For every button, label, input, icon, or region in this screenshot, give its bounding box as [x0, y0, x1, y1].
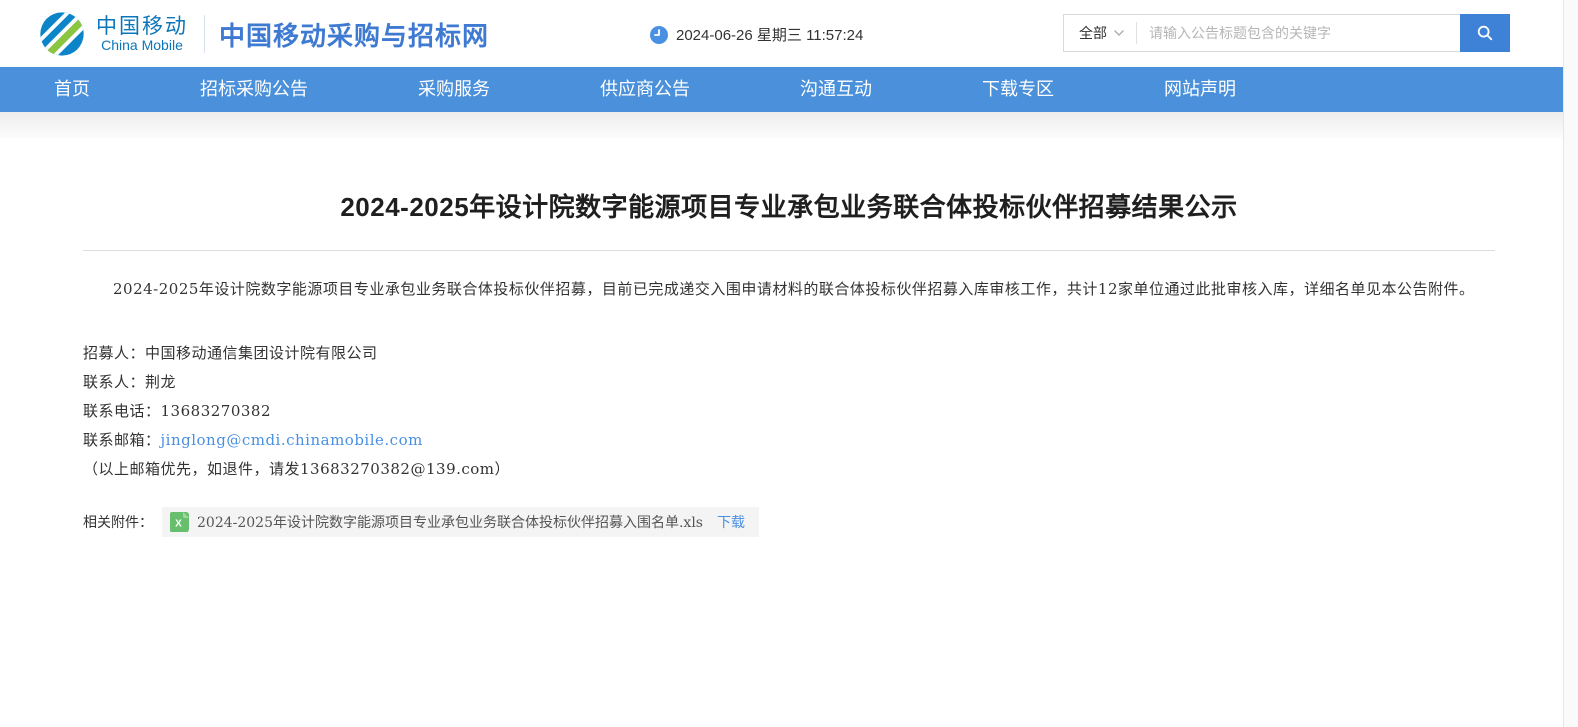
- announcement-paragraph: 2024-2025年设计院数字能源项目专业承包业务联合体投标伙伴招募，目前已完成…: [113, 280, 1475, 298]
- datetime-text: 2024-06-26 星期三 11:57:24: [676, 27, 864, 44]
- excel-file-icon: X: [170, 512, 189, 532]
- chevron-down-icon: [1114, 30, 1124, 36]
- nav-item-supplier-announcements[interactable]: 供应商公告: [600, 67, 690, 112]
- main-nav: 首页 招标采购公告 采购服务 供应商公告 沟通互动 下载专区 网站声明: [0, 67, 1578, 112]
- search-category-select[interactable]: 全部: [1064, 15, 1136, 51]
- nav-item-site-statement[interactable]: 网站声明: [1164, 67, 1236, 112]
- contact-person-value: 荆龙: [145, 373, 177, 391]
- announcement-page: 2024-2025年设计院数字能源项目专业承包业务联合体投标伙伴招募结果公示 2…: [83, 187, 1495, 537]
- attachment-label: 相关附件：: [83, 514, 153, 530]
- contact-email-link[interactable]: jinglong@cmdi.chinamobile.com: [161, 431, 423, 449]
- attachment-row: 相关附件： X 2024-2025年设计院数字能源项目专业承包业务联合体投标伙伴…: [83, 507, 1495, 537]
- svg-text:X: X: [175, 519, 182, 530]
- search-button[interactable]: [1460, 14, 1510, 52]
- attachment-filename: 2024-2025年设计院数字能源项目专业承包业务联合体投标伙伴招募入围名单.x…: [197, 515, 703, 531]
- nav-shadow-band: [0, 112, 1578, 138]
- nav-item-procurement-services[interactable]: 采购服务: [418, 67, 490, 112]
- article-body: 2024-2025年设计院数字能源项目专业承包业务联合体投标伙伴招募，目前已完成…: [83, 277, 1495, 537]
- nav-item-bidding-announcements[interactable]: 招标采购公告: [200, 67, 308, 112]
- datetime-display: 2024-06-26 星期三 11:57:24: [650, 24, 863, 45]
- contact-phone-line: 联系电话：13683270382: [83, 397, 1495, 426]
- scrollbar-track[interactable]: [1563, 0, 1578, 727]
- contact-email-line: 联系邮箱：jinglong@cmdi.chinamobile.com: [83, 426, 1495, 455]
- search-bar: 全部: [1063, 14, 1510, 52]
- email-note-line: （以上邮箱优先，如退件，请发13683270382@139.com）: [83, 460, 511, 478]
- recruiter-line: 招募人：中国移动通信集团设计院有限公司: [83, 339, 1495, 368]
- title-divider: [83, 250, 1495, 251]
- clock-icon: [650, 25, 668, 44]
- contact-person-line: 联系人：荆龙: [83, 368, 1495, 397]
- recruiter-label: 招募人：: [83, 344, 146, 362]
- logo-text: 中国移动 China Mobile: [96, 14, 188, 53]
- logo[interactable]: 中国移动 China Mobile 中国移动采购与招标网: [36, 8, 489, 60]
- download-link[interactable]: 下载: [717, 512, 745, 532]
- nav-item-home[interactable]: 首页: [54, 67, 90, 112]
- search-input[interactable]: [1137, 15, 1460, 51]
- search-icon: [1477, 25, 1493, 41]
- contact-phone-label: 联系电话：: [83, 402, 161, 420]
- page-title: 2024-2025年设计院数字能源项目专业承包业务联合体投标伙伴招募结果公示: [340, 192, 1238, 222]
- nav-item-communication[interactable]: 沟通互动: [800, 67, 872, 112]
- contact-phone-value: 13683270382: [160, 402, 271, 420]
- header-divider: [204, 15, 205, 53]
- logo-text-en: China Mobile: [101, 36, 183, 53]
- contact-person-label: 联系人：: [83, 373, 146, 391]
- site-title[interactable]: 中国移动采购与招标网: [219, 16, 489, 53]
- china-mobile-logo-icon: [36, 8, 88, 60]
- attachment-item[interactable]: X 2024-2025年设计院数字能源项目专业承包业务联合体投标伙伴招募入围名单…: [162, 507, 759, 537]
- site-header: 中国移动 China Mobile 中国移动采购与招标网 2024-06-26 …: [0, 0, 1578, 67]
- contact-email-label: 联系邮箱：: [83, 431, 161, 449]
- contact-fields: 招募人：中国移动通信集团设计院有限公司 联系人：荆龙 联系电话：13683270…: [83, 339, 1495, 484]
- search-category-value: 全部: [1079, 25, 1107, 41]
- nav-item-downloads[interactable]: 下载专区: [982, 67, 1054, 112]
- recruiter-value: 中国移动通信集团设计院有限公司: [145, 344, 378, 362]
- logo-text-cn: 中国移动: [96, 14, 188, 38]
